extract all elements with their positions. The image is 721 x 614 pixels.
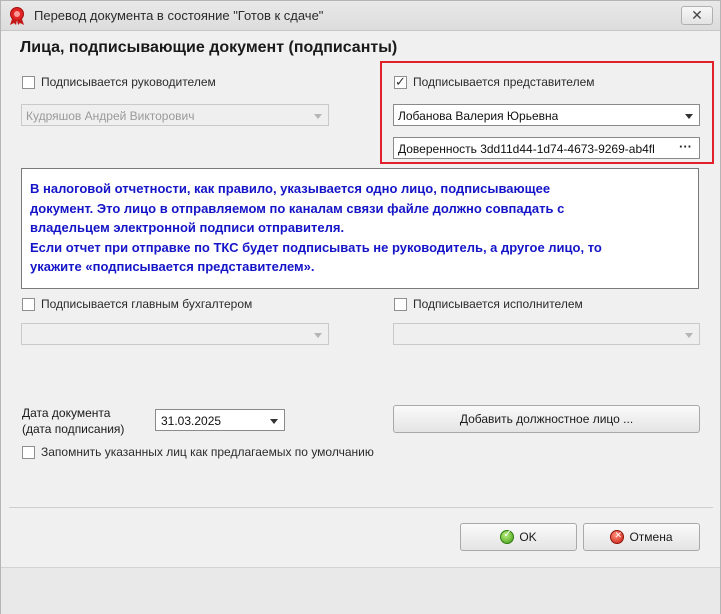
cancel-icon (610, 530, 625, 544)
chief-accountant-checkbox-row[interactable]: Подписывается главным бухгалтером (22, 297, 252, 311)
info-line: В налоговой отчетности, как правило, ука… (30, 181, 551, 196)
close-button[interactable]: ✕ (681, 6, 713, 25)
head-signer-checkbox-row[interactable]: Подписывается руководителем (22, 75, 216, 89)
title-bar: Перевод документа в состояние "Готов к с… (1, 1, 720, 31)
chevron-down-icon (270, 419, 278, 424)
add-official-button[interactable]: Добавить должностное лицо ... (393, 405, 700, 433)
ellipsis-icon[interactable]: ··· (679, 139, 692, 154)
chevron-down-icon (314, 333, 322, 338)
date-sublabel: (дата подписания) (22, 422, 125, 436)
section-heading: Лица, подписывающие документ (подписанты… (20, 39, 398, 56)
info-line: укажите «подписывается представителем». (30, 259, 315, 274)
remember-label: Запомнить указанных лиц как предлагаемых… (41, 445, 374, 459)
head-signer-select[interactable]: Кудряшов Андрей Викторович (21, 104, 329, 126)
chevron-down-icon (314, 114, 322, 119)
chevron-down-icon (685, 333, 693, 338)
info-line: владельцем электронной подписи отправите… (30, 220, 345, 235)
representative-select[interactable]: Лобанова Валерия Юрьевна (393, 104, 700, 126)
add-official-label: Добавить должностное лицо ... (459, 412, 634, 426)
cancel-button[interactable]: Отмена (583, 523, 700, 551)
status-footer (1, 567, 720, 614)
chief-accountant-checkbox[interactable] (22, 297, 35, 311)
remember-checkbox[interactable] (22, 445, 35, 459)
ok-button[interactable]: OK (460, 523, 577, 551)
ok-label: OK (519, 530, 537, 544)
cancel-label: Отмена (629, 530, 673, 544)
chevron-down-icon (685, 114, 693, 119)
seal-icon (10, 7, 24, 25)
representative-checkbox[interactable] (394, 74, 407, 90)
executor-checkbox-row[interactable]: Подписывается исполнителем (394, 297, 583, 311)
head-signer-label: Подписывается руководителем (41, 75, 216, 89)
head-signer-checkbox[interactable] (22, 75, 35, 89)
executor-label: Подписывается исполнителем (413, 297, 583, 311)
representative-value: Лобанова Валерия Юрьевна (398, 109, 559, 123)
power-of-attorney-field[interactable]: Доверенность 3dd11d44-1d74-4673-9269-ab4… (393, 137, 700, 159)
window-title: Перевод документа в состояние "Готов к с… (34, 8, 324, 23)
info-message-box: В налоговой отчетности, как правило, ука… (21, 168, 699, 289)
info-line: документ. Это лицо в отправляемом по кан… (30, 200, 565, 216)
check-icon (500, 529, 515, 544)
close-icon: ✕ (691, 7, 703, 23)
executor-checkbox[interactable] (394, 297, 407, 311)
head-signer-value: Кудряшов Андрей Викторович (26, 109, 195, 123)
dialog-window: Перевод документа в состояние "Готов к с… (0, 0, 721, 614)
remember-checkbox-row[interactable]: Запомнить указанных лиц как предлагаемых… (22, 445, 374, 459)
representative-label: Подписывается представителем (413, 75, 595, 89)
divider (9, 507, 713, 508)
document-date-picker[interactable]: 31.03.2025 (155, 409, 285, 431)
info-line: Если отчет при отправке по ТКС будет под… (30, 239, 602, 255)
document-date-value: 31.03.2025 (161, 414, 222, 428)
chief-accountant-select[interactable] (21, 323, 329, 345)
executor-select[interactable] (393, 323, 700, 345)
representative-checkbox-row[interactable]: Подписывается представителем (394, 74, 595, 90)
date-label: Дата документа (22, 406, 111, 420)
power-of-attorney-value: Доверенность 3dd11d44-1d74-4673-9269-ab4… (398, 142, 655, 156)
chief-accountant-label: Подписывается главным бухгалтером (41, 297, 253, 311)
